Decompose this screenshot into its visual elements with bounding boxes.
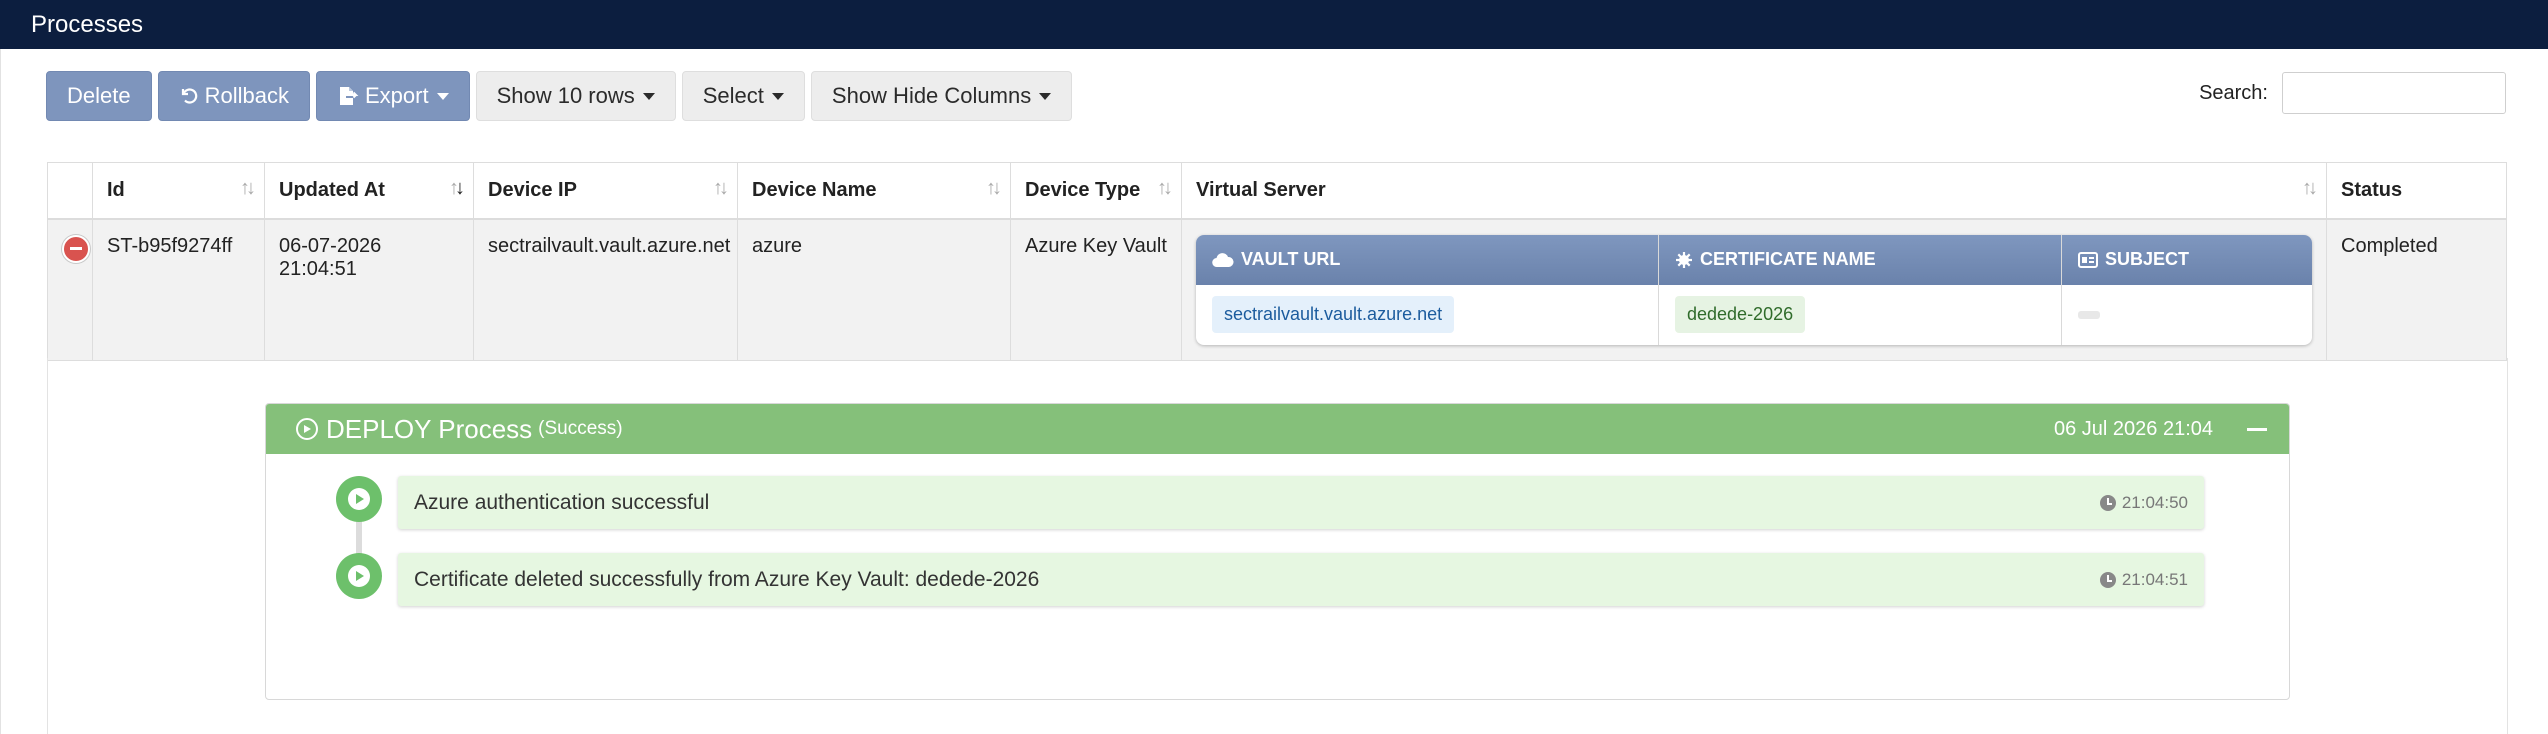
certificate-name-header: CERTIFICATE NAME bbox=[1659, 234, 2062, 285]
select-column-header bbox=[47, 162, 93, 220]
virtual-server-card: VAULT URL CERTIFICATE NAME SUBJECT sectr… bbox=[1196, 234, 2312, 345]
chevron-down-icon bbox=[1039, 92, 1052, 100]
subject-cell bbox=[2062, 285, 2312, 345]
play-circle-icon bbox=[296, 418, 318, 440]
table-header-row: Id ↑↓ Updated At ↑↓ Device IP ↑↓ Device Nam… bbox=[47, 162, 2507, 220]
show-hide-columns-label: Show Hide Columns bbox=[831, 83, 1032, 108]
search-label: Search: bbox=[2199, 81, 2268, 104]
process-timeline: Azure authentication successful 21:04:50… bbox=[336, 476, 2228, 630]
sort-icon: ↑↓ bbox=[240, 177, 256, 199]
delete-button[interactable]: Delete bbox=[46, 71, 152, 121]
row-toggle-cell bbox=[47, 218, 93, 361]
event-time-label: 21:04:50 bbox=[2121, 492, 2188, 512]
processes-table: Id ↑↓ Updated At ↑↓ Device IP ↑↓ Device Nam… bbox=[47, 162, 2507, 361]
select-dropdown[interactable]: Select bbox=[681, 71, 805, 121]
play-circle-icon bbox=[336, 553, 382, 599]
file-export-icon bbox=[337, 85, 359, 107]
page-title: Processes bbox=[31, 10, 144, 38]
search-input[interactable] bbox=[2282, 72, 2506, 114]
cell-status: Completed bbox=[2326, 218, 2507, 361]
subject-header-label: SUBJECT bbox=[2105, 249, 2190, 269]
column-header-device-name[interactable]: Device Name ↑↓ bbox=[737, 162, 1011, 220]
event-time-label: 21:04:51 bbox=[2121, 569, 2188, 589]
timeline-event-card: Certificate deleted successfully from Az… bbox=[398, 553, 2204, 606]
timeline-item: Certificate deleted successfully from Az… bbox=[336, 553, 2228, 630]
column-header-virtual-server[interactable]: Virtual Server ↑↓ bbox=[1181, 162, 2327, 220]
chevron-down-icon bbox=[436, 92, 449, 100]
certificate-name-header-label: CERTIFICATE NAME bbox=[1700, 249, 1876, 269]
rollback-button-label: Rollback bbox=[204, 83, 289, 108]
timeline-event-card: Azure authentication successful 21:04:50 bbox=[398, 476, 2204, 529]
column-header-id[interactable]: Id ↑↓ bbox=[92, 162, 265, 220]
column-header-label: Status bbox=[2341, 178, 2403, 201]
show-hide-columns-dropdown[interactable]: Show Hide Columns bbox=[810, 71, 1073, 121]
column-header-label: Device Name bbox=[752, 178, 877, 201]
certificate-icon bbox=[1675, 251, 1693, 269]
process-title: DEPLOY Process bbox=[326, 413, 533, 444]
vault-url-header: VAULT URL bbox=[1196, 234, 1659, 285]
column-header-label: Id bbox=[107, 178, 125, 201]
top-bar: Processes bbox=[0, 0, 2548, 49]
event-time: 21:04:50 bbox=[2099, 492, 2188, 513]
sort-icon: ↑↓ bbox=[713, 177, 729, 199]
rollback-button[interactable]: Rollback bbox=[157, 71, 310, 121]
cloud-icon bbox=[1212, 252, 1234, 268]
collapse-icon[interactable] bbox=[2247, 427, 2267, 431]
vault-url-header-label: VAULT URL bbox=[1241, 249, 1341, 269]
column-header-device-ip[interactable]: Device IP ↑↓ bbox=[473, 162, 738, 220]
virtual-server-row: sectrailvault.vault.azure.net dedede-202… bbox=[1196, 284, 2312, 345]
sort-icon: ↑↓ bbox=[2302, 177, 2318, 199]
delete-button-label: Delete bbox=[67, 83, 131, 108]
column-header-device-type[interactable]: Device Type ↑↓ bbox=[1010, 162, 1182, 220]
subject-header: SUBJECT bbox=[2062, 235, 2312, 285]
certificate-name-cell: dedede-2026 bbox=[1659, 284, 2062, 345]
table-row[interactable]: ST-b95f9274ff 06-07-2026 21:04:51 sectra… bbox=[47, 218, 2507, 361]
chevron-down-icon bbox=[642, 92, 655, 100]
select-label: Select bbox=[702, 83, 764, 108]
toolbar: Delete Rollback Export Show 10 rows Sele… bbox=[46, 71, 1073, 121]
export-button-label: Export bbox=[364, 83, 429, 108]
process-header: DEPLOY Process (Success) 06 Jul 2026 21:… bbox=[266, 404, 2289, 454]
minus-circle-icon[interactable] bbox=[62, 234, 90, 263]
cell-id: ST-b95f9274ff bbox=[92, 218, 265, 361]
cell-device-ip: sectrailvault.vault.azure.net bbox=[473, 218, 738, 361]
sort-icon: ↑↓ bbox=[986, 177, 1002, 199]
sort-descending-icon: ↑↓ bbox=[449, 177, 465, 199]
column-header-label: Device Type bbox=[1025, 178, 1141, 201]
cell-device-type: Azure Key Vault bbox=[1010, 218, 1182, 361]
subject-badge bbox=[2078, 310, 2100, 319]
vault-url-badge: sectrailvault.vault.azure.net bbox=[1212, 296, 1455, 333]
column-header-label: Updated At bbox=[279, 178, 385, 201]
show-rows-label: Show 10 rows bbox=[496, 83, 635, 108]
undo-icon bbox=[179, 86, 199, 106]
virtual-server-header: VAULT URL CERTIFICATE NAME SUBJECT bbox=[1196, 234, 2312, 285]
process-status: (Success) bbox=[538, 418, 623, 439]
column-header-label: Virtual Server bbox=[1196, 178, 1326, 201]
event-time: 21:04:51 bbox=[2099, 569, 2188, 590]
export-button[interactable]: Export bbox=[315, 71, 470, 121]
play-circle-icon bbox=[336, 476, 382, 522]
column-header-status[interactable]: Status bbox=[2326, 162, 2507, 220]
clock-icon bbox=[2099, 494, 2116, 511]
cell-device-name: azure bbox=[737, 218, 1011, 361]
column-header-label: Device IP bbox=[488, 178, 577, 201]
row-detail-area: DEPLOY Process (Success) 06 Jul 2026 21:… bbox=[47, 358, 2508, 734]
timeline-item: Azure authentication successful 21:04:50 bbox=[336, 476, 2228, 553]
cell-updated-at: 06-07-2026 21:04:51 bbox=[264, 218, 474, 361]
vault-url-cell: sectrailvault.vault.azure.net bbox=[1196, 284, 1659, 345]
event-message: Certificate deleted successfully from Az… bbox=[414, 567, 1040, 591]
id-card-icon bbox=[2078, 251, 2098, 268]
sort-icon: ↑↓ bbox=[1157, 177, 1173, 199]
processes-panel: Delete Rollback Export Show 10 rows Sele… bbox=[0, 49, 2548, 734]
column-header-updated-at[interactable]: Updated At ↑↓ bbox=[264, 162, 474, 220]
search-area: Search: bbox=[2199, 72, 2506, 114]
cell-virtual-server: VAULT URL CERTIFICATE NAME SUBJECT sectr… bbox=[1181, 218, 2327, 361]
event-message: Azure authentication successful bbox=[414, 490, 710, 514]
process-date: 06 Jul 2026 21:04 bbox=[2053, 417, 2213, 440]
clock-icon bbox=[2099, 571, 2116, 588]
show-rows-dropdown[interactable]: Show 10 rows bbox=[475, 71, 676, 121]
chevron-down-icon bbox=[771, 92, 784, 100]
certificate-name-badge: dedede-2026 bbox=[1675, 296, 1806, 333]
process-panel: DEPLOY Process (Success) 06 Jul 2026 21:… bbox=[265, 403, 2290, 700]
